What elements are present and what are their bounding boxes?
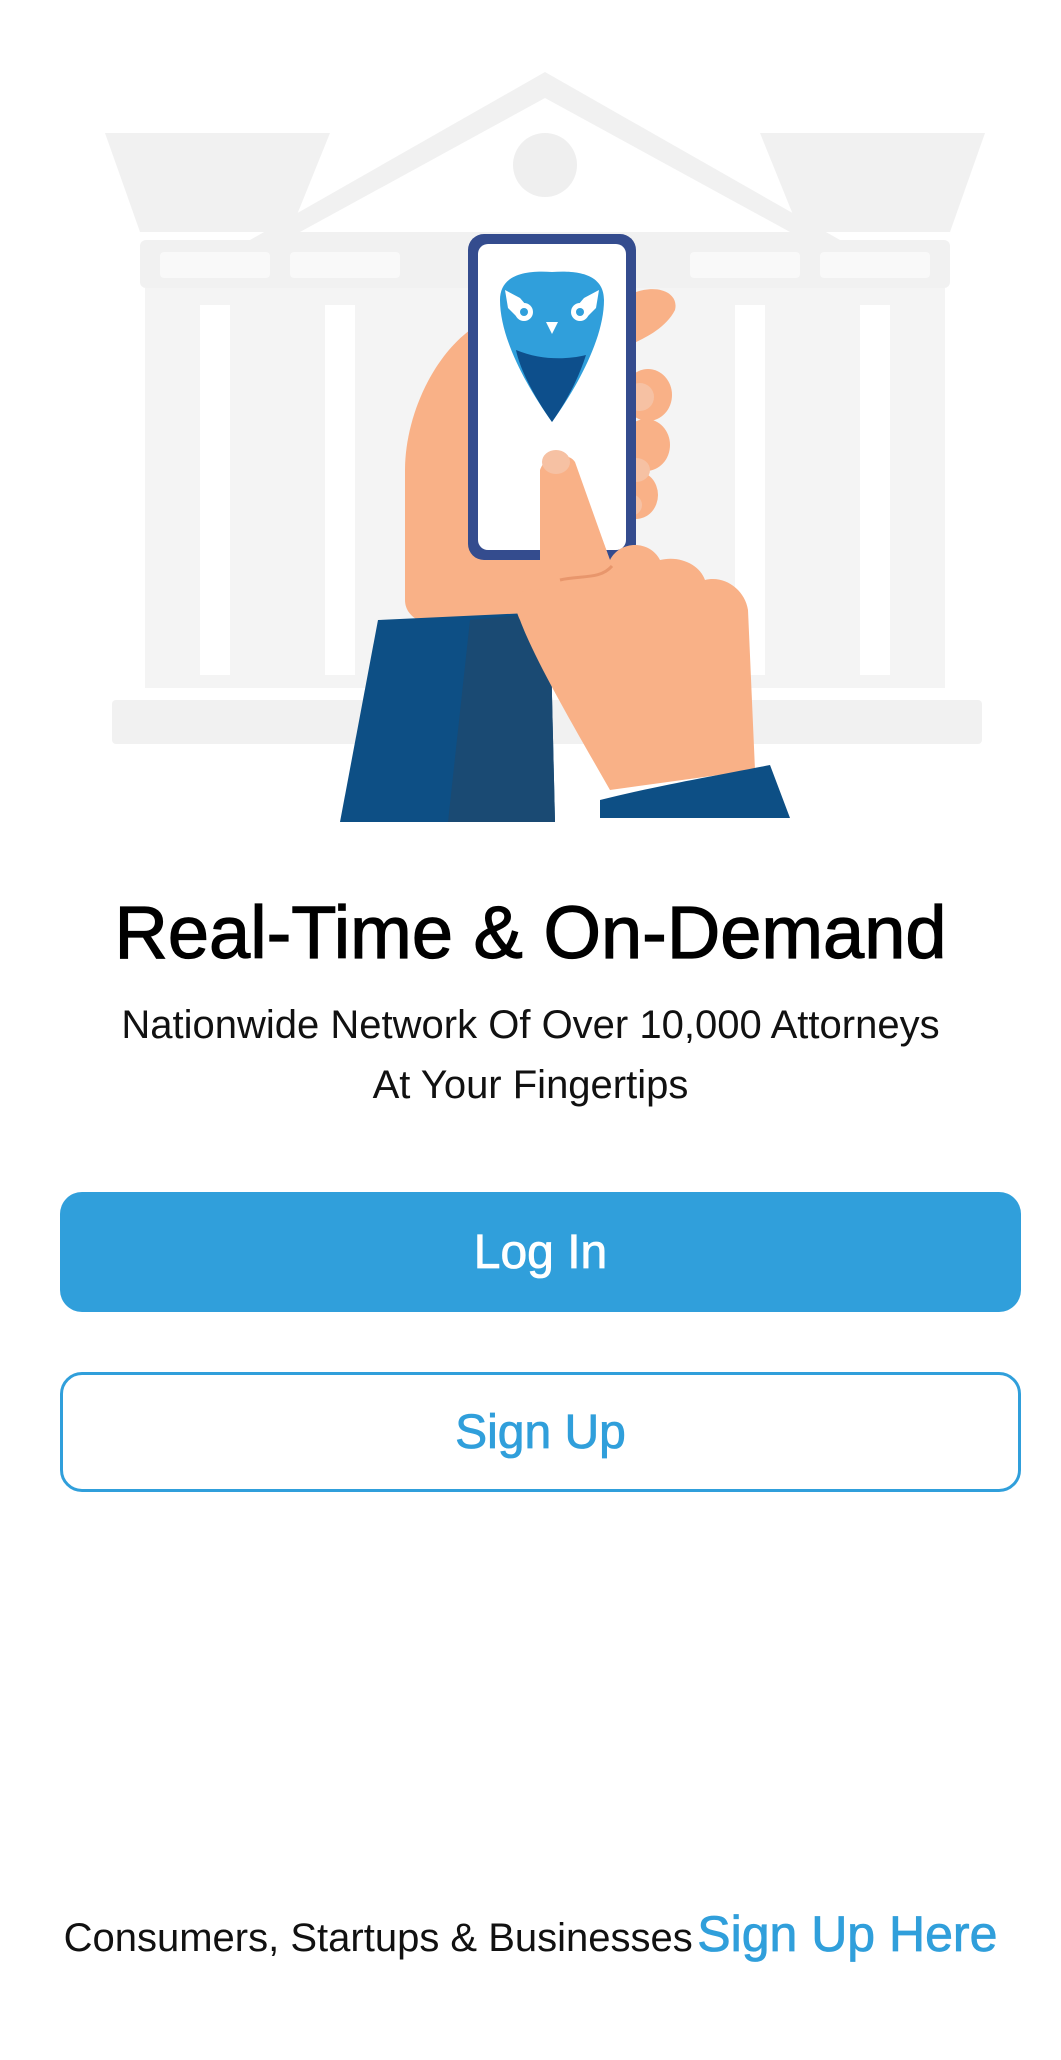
page-title: Real-Time & On-Demand [114, 890, 947, 974]
signup-button-label: Sign Up [455, 1405, 627, 1459]
hero-illustration [0, 0, 1061, 830]
page-subtitle: Nationwide Network Of Over 10,000 Attorn… [60, 995, 1001, 1115]
footer-text: Consumers, Startups & Businesses [63, 1916, 693, 1960]
login-button-label: Log In [473, 1225, 608, 1279]
footer-cta: Consumers, Startups & Businesses Sign Up… [0, 1905, 1061, 1963]
subtitle-line-2: At Your Fingertips [372, 1063, 689, 1107]
signup-here-link[interactable]: Sign Up Here [697, 1906, 998, 1963]
signup-button[interactable]: Sign Up [60, 1372, 1021, 1492]
subtitle-line-1: Nationwide Network Of Over 10,000 Attorn… [121, 1003, 940, 1047]
courthouse-phone-illustration [105, 72, 985, 822]
login-button[interactable]: Log In [60, 1192, 1021, 1312]
